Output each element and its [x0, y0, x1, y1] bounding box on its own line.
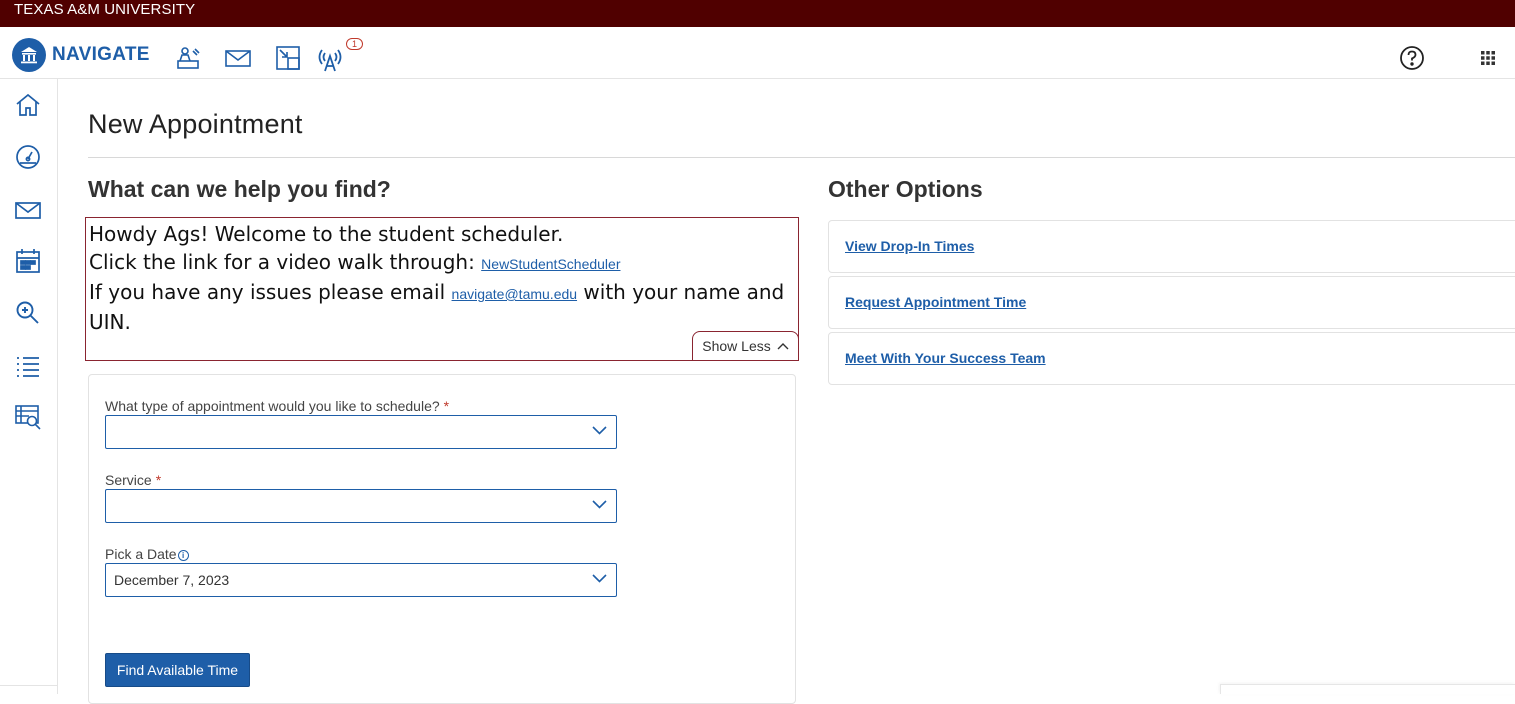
chevron-down-icon: [592, 500, 607, 509]
show-less-label: Show Less: [702, 338, 771, 354]
info-line-1: Howdy Ags! Welcome to the student schedu…: [89, 222, 564, 246]
calendar-icon[interactable]: [14, 247, 42, 275]
option-request-appointment[interactable]: Request Appointment Time: [828, 276, 1515, 329]
appointment-type-label: What type of appointment would you like …: [105, 398, 450, 414]
top-navbar: NAVIGATE 1: [0, 27, 1515, 79]
required-marker: *: [443, 398, 450, 414]
person-desk-icon[interactable]: [174, 44, 202, 72]
left-sidebar: [0, 79, 58, 694]
request-appointment-link[interactable]: Request Appointment Time: [845, 294, 1026, 310]
notification-badge: 1: [346, 38, 363, 50]
floating-panel-edge: [1220, 684, 1515, 694]
view-drop-in-link[interactable]: View Drop-In Times: [845, 238, 974, 254]
required-marker: *: [155, 472, 162, 488]
other-options-heading: Other Options: [828, 176, 983, 202]
help-icon[interactable]: [1398, 44, 1426, 72]
date-value: December 7, 2023: [114, 572, 230, 588]
video-link[interactable]: NewStudentScheduler: [481, 256, 620, 272]
page-title: New Appointment: [88, 109, 303, 139]
university-bar: TEXAS A&M UNIVERSITY: [0, 0, 1515, 27]
building-icon: [12, 38, 46, 72]
mail-icon[interactable]: [224, 44, 252, 72]
list-icon[interactable]: [14, 352, 42, 380]
sidebar-divider: [0, 685, 58, 686]
find-available-time-button[interactable]: Find Available Time: [105, 653, 250, 687]
service-select[interactable]: [105, 489, 617, 523]
info-line-3: If you have any issues please email navi…: [89, 280, 785, 334]
option-view-drop-in[interactable]: View Drop-In Times: [828, 220, 1515, 273]
welcome-info-box: Howdy Ags! Welcome to the student schedu…: [85, 217, 799, 361]
chevron-down-icon: [592, 574, 607, 583]
logo-text: NAVIGATE: [52, 44, 150, 65]
home-icon[interactable]: [14, 91, 42, 119]
resize-icon[interactable]: [274, 44, 302, 72]
search-icon[interactable]: [14, 299, 42, 327]
pick-date-label: Pick a Date i: [105, 546, 189, 562]
antenna-icon[interactable]: [316, 44, 344, 72]
show-less-button[interactable]: Show Less: [692, 331, 799, 361]
info-line-2: Click the link for a video walk through:…: [89, 250, 621, 274]
appointment-form: What type of appointment would you like …: [88, 374, 796, 704]
date-select[interactable]: December 7, 2023: [105, 563, 617, 597]
report-search-icon[interactable]: [14, 403, 42, 431]
success-team-link[interactable]: Meet With Your Success Team: [845, 350, 1046, 366]
appointment-type-select[interactable]: [105, 415, 617, 449]
service-label: Service *: [105, 472, 162, 488]
chevron-up-icon: [777, 343, 789, 350]
chevron-down-icon: [592, 426, 607, 435]
navigate-logo[interactable]: NAVIGATE: [12, 38, 150, 72]
info-icon[interactable]: i: [177, 549, 189, 561]
email-link[interactable]: navigate@tamu.edu: [452, 286, 578, 302]
apps-grid-icon[interactable]: [1474, 44, 1502, 72]
help-find-heading: What can we help you find?: [88, 176, 391, 202]
title-divider: [88, 157, 1515, 158]
dashboard-icon[interactable]: [14, 143, 42, 171]
mail-icon[interactable]: [14, 196, 42, 224]
university-name: TEXAS A&M UNIVERSITY: [14, 1, 196, 18]
option-success-team[interactable]: Meet With Your Success Team: [828, 332, 1515, 385]
